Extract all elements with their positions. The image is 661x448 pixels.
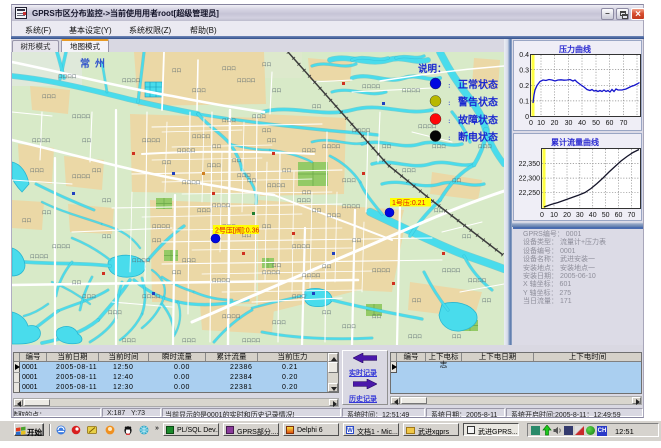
svg-text:0: 0 (540, 212, 544, 219)
svg-text:0.1: 0.1 (519, 99, 529, 106)
svg-text:0: 0 (529, 120, 533, 127)
svg-text:0.3: 0.3 (519, 68, 529, 75)
svg-text:20: 20 (563, 212, 571, 219)
svg-text:70: 70 (628, 212, 636, 219)
svg-text:50: 50 (602, 212, 610, 219)
svg-text:0.2: 0.2 (519, 83, 529, 90)
svg-text:常州: 常州 (80, 57, 110, 70)
svg-text:40: 40 (578, 120, 586, 127)
svg-text:30: 30 (576, 212, 584, 219)
svg-text:断电状态: 断电状态 (458, 131, 498, 144)
svg-text:1号压:0.21: 1号压:0.21 (392, 199, 426, 207)
svg-text:40: 40 (589, 212, 597, 219)
svg-text:正常状态: 正常状态 (458, 78, 498, 91)
svg-text:20: 20 (551, 120, 559, 127)
svg-text:：: ： (448, 136, 453, 142)
svg-text:压力曲线: 压力曲线 (559, 44, 591, 54)
svg-text:0.4: 0.4 (519, 52, 529, 59)
svg-text:：: ： (448, 119, 453, 125)
svg-text:说明：: 说明： (418, 63, 447, 75)
svg-text:：: ： (448, 101, 453, 107)
svg-text:30: 30 (565, 120, 573, 127)
svg-text:累计流量曲线: 累计流量曲线 (551, 137, 599, 147)
svg-text:10: 10 (550, 212, 558, 219)
svg-text:10: 10 (537, 120, 545, 127)
svg-text:2号压[阀]:0.36: 2号压[阀]:0.36 (215, 226, 259, 235)
svg-text:60: 60 (615, 212, 623, 219)
svg-text:22,350: 22,350 (519, 161, 541, 168)
svg-text:22,250: 22,250 (519, 190, 541, 197)
svg-text:22,300: 22,300 (519, 176, 541, 183)
svg-text:警告状态: 警告状态 (457, 96, 498, 109)
svg-text:：: ： (448, 84, 453, 90)
svg-text:故障状态: 故障状态 (458, 114, 498, 127)
svg-text:50: 50 (592, 120, 600, 127)
svg-text:60: 60 (606, 120, 614, 127)
svg-text:70: 70 (620, 120, 628, 127)
